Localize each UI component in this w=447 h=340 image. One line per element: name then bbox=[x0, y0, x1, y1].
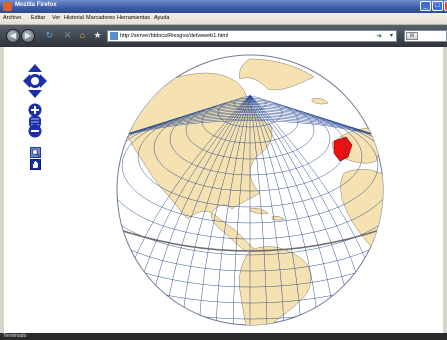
page-favicon-icon bbox=[110, 32, 118, 40]
globe-map[interactable] bbox=[100, 53, 400, 327]
status-text: Terminado bbox=[3, 333, 27, 339]
back-button[interactable]: ◀ bbox=[6, 29, 20, 43]
menu-archivo[interactable]: Archivo bbox=[3, 15, 21, 21]
navigation-toolbar: ◀ ▶ ↻ ✕ ⌂ ★ http://server/htdocs/Riesgos… bbox=[0, 25, 447, 47]
window-title: Mozilla Firefox bbox=[15, 2, 57, 8]
pan-arrows-icon[interactable] bbox=[22, 63, 48, 99]
status-bar: Terminado bbox=[0, 333, 447, 340]
menu-bar: Archivo Editar Ver Historial Marcadores … bbox=[0, 13, 447, 25]
zoom-box-icon[interactable] bbox=[30, 147, 41, 158]
menu-marcadores[interactable]: Marcadores bbox=[86, 15, 115, 21]
home-icon[interactable]: ⌂ bbox=[77, 30, 88, 41]
url-dropdown-icon[interactable]: ▾ bbox=[390, 32, 393, 39]
url-text[interactable]: http://server/htdocs/Riesgos/detveweb1.h… bbox=[120, 33, 228, 39]
hand-icon[interactable] bbox=[30, 159, 41, 170]
menu-historial[interactable]: Historial bbox=[64, 15, 84, 21]
reload-icon[interactable]: ↻ bbox=[44, 30, 55, 41]
star-icon[interactable]: ★ bbox=[92, 30, 103, 41]
stop-icon[interactable]: ✕ bbox=[62, 30, 73, 41]
menu-herramientas[interactable]: Herramientas bbox=[117, 15, 150, 21]
menu-ayuda[interactable]: Ayuda bbox=[154, 15, 170, 21]
maximize-button[interactable]: □ bbox=[432, 1, 443, 11]
plus-icon[interactable] bbox=[28, 103, 42, 117]
minus-icon[interactable] bbox=[28, 124, 42, 138]
title-bar: Mozilla Firefox _ □ ✕ bbox=[0, 0, 447, 13]
menu-editar[interactable]: Editar bbox=[31, 15, 45, 21]
menu-ver[interactable]: Ver bbox=[52, 15, 60, 21]
go-arrow-icon[interactable]: ➜ bbox=[376, 32, 382, 40]
url-bar[interactable]: http://server/htdocs/Riesgos/detveweb1.h… bbox=[107, 30, 397, 42]
search-input[interactable]: W bbox=[404, 30, 447, 42]
forward-button[interactable]: ▶ bbox=[21, 29, 35, 43]
window-right-border bbox=[443, 47, 447, 333]
minimize-button[interactable]: _ bbox=[420, 1, 431, 11]
search-engine-icon[interactable]: W bbox=[406, 32, 418, 40]
firefox-icon bbox=[3, 2, 12, 11]
window-left-border bbox=[0, 47, 4, 333]
